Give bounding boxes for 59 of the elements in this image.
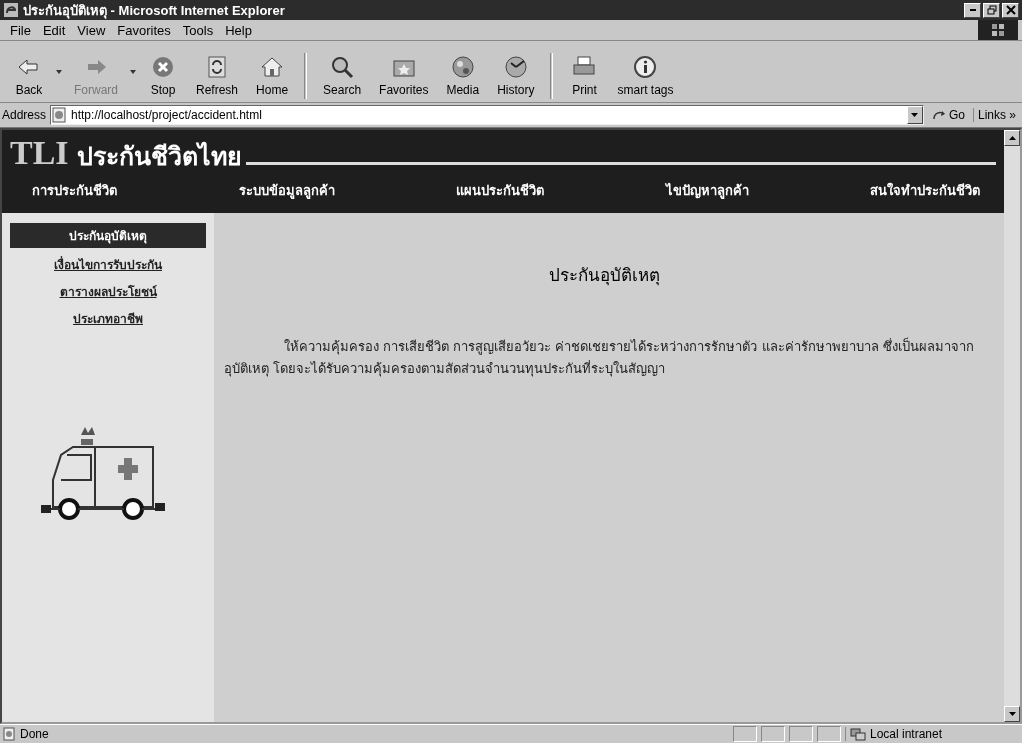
home-icon xyxy=(260,55,285,79)
restore-icon xyxy=(986,5,997,15)
home-button[interactable]: Home xyxy=(248,53,297,99)
menu-item[interactable]: View xyxy=(71,20,112,40)
site-name: ประกันชีวิตไทย xyxy=(76,142,242,170)
info-button[interactable]: smart tags xyxy=(609,53,682,99)
go-arrow-icon xyxy=(931,109,946,121)
favorites-button[interactable]: Favorites xyxy=(371,53,437,99)
menu-item[interactable]: Help xyxy=(219,20,258,40)
scroll-down-icon xyxy=(1008,712,1016,716)
close-icon xyxy=(1005,5,1016,15)
minimize-button[interactable] xyxy=(964,2,981,18)
close-button[interactable] xyxy=(1002,2,1019,18)
menu-item[interactable]: Favorites xyxy=(111,20,177,40)
go-button[interactable]: Go xyxy=(927,108,969,122)
nav-link[interactable]: สนใจทำประกันชีวิต xyxy=(870,180,980,201)
site-logo: TLI xyxy=(10,136,69,170)
nav-link[interactable]: แผนประกันชีวิต xyxy=(456,180,544,201)
media-button[interactable]: Media xyxy=(438,53,488,99)
search-button[interactable]: Search xyxy=(315,53,370,99)
search-icon xyxy=(330,55,355,79)
links-button[interactable]: Links » xyxy=(972,108,1020,122)
minimize-icon xyxy=(969,9,976,11)
nav-link[interactable]: ระบบข้อมูลลูกค้า xyxy=(238,180,335,201)
info-icon xyxy=(633,55,658,79)
sidebar-link[interactable]: ตารางผลประโยชน์ xyxy=(59,281,157,302)
sidebar-link[interactable]: ประกันอุบัติเหตุ xyxy=(10,223,206,248)
status-text: Done xyxy=(20,727,50,741)
address-label: Address xyxy=(2,108,47,122)
stop-button[interactable]: Stop xyxy=(140,53,186,99)
menu-item[interactable]: File xyxy=(4,20,37,40)
nav-link[interactable]: ไขปัญหาลูกค้า xyxy=(665,180,749,201)
back-button[interactable]: Back xyxy=(6,53,52,99)
menu-item[interactable]: Edit xyxy=(36,20,72,40)
scroll-up-icon xyxy=(1008,136,1016,140)
sidebar-link[interactable]: ประเภทอาชีพ xyxy=(73,308,143,329)
address-field[interactable]: http://localhost/project/accident.html xyxy=(50,105,924,125)
nav-link[interactable]: การประกันชีวิต xyxy=(32,180,117,201)
status-panel xyxy=(761,726,785,742)
history-button[interactable]: History xyxy=(489,53,543,99)
clock-icon xyxy=(503,55,528,79)
print-button[interactable]: Print xyxy=(561,53,608,99)
page-icon xyxy=(2,727,16,741)
page-heading: ประกันอุบัติเหตุ xyxy=(547,264,661,288)
menu-item[interactable]: Tools xyxy=(176,20,220,40)
status-panel xyxy=(789,726,813,742)
dropdown-arrow-icon xyxy=(911,113,919,117)
page-icon xyxy=(51,107,68,123)
vertical-scrollbar[interactable] xyxy=(1004,130,1020,722)
status-panel xyxy=(733,726,757,742)
globe-icon xyxy=(450,55,475,79)
refresh-button[interactable]: Refresh xyxy=(188,53,247,99)
status-panel xyxy=(817,726,841,742)
body-paragraph: ให้ความคุ้มครอง การเสียชีวิต การสูญเสียอวัยวะ ค่าชดเชยรายได้ระหว่างการรักษาตัว และค่ารักษาพยาบาล ซึ่งเป็นผลมาจากอุบัติเหตุ โดยจะได้รับความคุ้มครองตามสัดส่วนจำนวนทุนประกันที่ระบุในสัญญา xyxy=(224,336,975,379)
zone-text: Local intranet xyxy=(870,727,943,741)
sidebar-link[interactable]: เงื่อนไขการรับประกัน xyxy=(54,254,162,275)
restore-button[interactable] xyxy=(983,2,1000,18)
window-title: ประกันอุบัติเหตุ - Microsoft Internet Explorer xyxy=(23,1,286,21)
stop-icon xyxy=(151,55,175,79)
